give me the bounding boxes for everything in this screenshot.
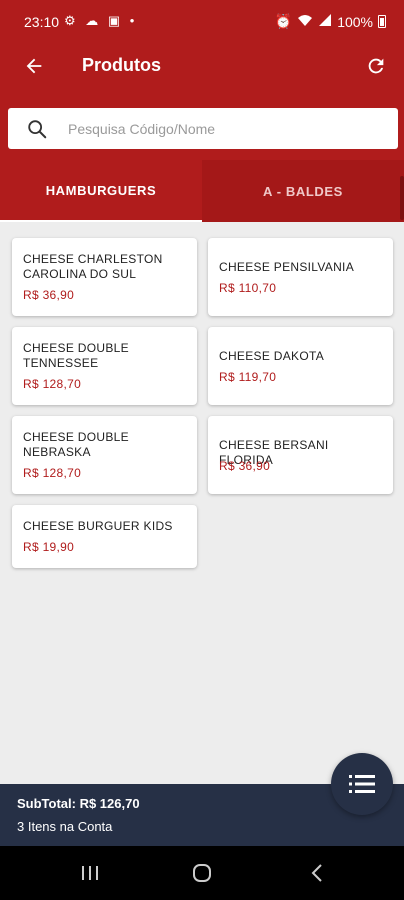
items-count-text: 3 Itens na Conta bbox=[17, 819, 113, 834]
list-icon bbox=[349, 775, 375, 793]
status-time: 23:10 bbox=[24, 14, 60, 30]
battery-icon bbox=[378, 15, 386, 28]
home-icon bbox=[193, 864, 211, 882]
refresh-icon bbox=[368, 58, 384, 74]
recent-apps-button[interactable] bbox=[75, 860, 105, 886]
list-fab-button[interactable] bbox=[331, 753, 393, 815]
tab-a-baldes[interactable]: A - BALDES bbox=[202, 160, 404, 222]
product-name: CHEESE DAKOTA bbox=[219, 349, 325, 363]
product-price: R$ 128,70 bbox=[23, 466, 82, 480]
signal-icon bbox=[318, 13, 332, 30]
back-nav-button[interactable] bbox=[302, 860, 332, 886]
product-card[interactable]: CHEESE BURGUER KIDS R$ 19,90 bbox=[12, 505, 197, 568]
product-card[interactable]: CHEESE DOUBLE TENNESSEE R$ 128,70 bbox=[12, 327, 197, 405]
status-bar: 23:10 ⚙ ☁ ▣ • ⏰ 100% bbox=[0, 0, 404, 44]
product-name: CHEESE BURGUER KIDS bbox=[23, 519, 173, 533]
page-title: Produtos bbox=[82, 55, 161, 75]
battery-percent: 100% bbox=[337, 13, 373, 30]
system-nav-bar bbox=[0, 846, 404, 900]
product-card[interactable]: CHEESE PENSILVANIA R$ 110,70 bbox=[208, 238, 393, 316]
product-card[interactable]: CHEESE DAKOTA R$ 119,70 bbox=[208, 327, 393, 405]
back-chevron-icon bbox=[311, 864, 322, 882]
tab-hamburguers[interactable]: HAMBURGUERS bbox=[0, 160, 202, 222]
subtotal-text: SubTotal: R$ 126,70 bbox=[17, 796, 140, 811]
search-area bbox=[0, 88, 404, 160]
recent-apps-icon bbox=[82, 866, 98, 880]
product-name: CHEESE DOUBLE NEBRASKA bbox=[23, 430, 129, 459]
search-input[interactable] bbox=[68, 108, 388, 149]
product-card[interactable]: CHEESE BERSANI FLORIDA R$ 36,90 bbox=[208, 416, 393, 494]
refresh-button[interactable] bbox=[360, 50, 392, 82]
app-bar: Produtos bbox=[0, 44, 404, 88]
product-price: R$ 19,90 bbox=[23, 540, 75, 554]
product-price: R$ 36,90 bbox=[23, 288, 75, 302]
product-price: R$ 36,90 bbox=[219, 459, 271, 473]
search-icon bbox=[28, 120, 47, 139]
alarm-icon: ⏰ bbox=[274, 13, 293, 29]
notification-icons: ⚙ ☁ ▣ • bbox=[64, 13, 138, 28]
search-box[interactable] bbox=[8, 108, 398, 149]
home-button[interactable] bbox=[187, 860, 217, 886]
product-price: R$ 128,70 bbox=[23, 377, 82, 391]
product-card[interactable]: CHEESE CHARLESTON CAROLINA DO SUL R$ 36,… bbox=[12, 238, 197, 316]
product-price: R$ 119,70 bbox=[219, 370, 277, 384]
tabs-scroll-indicator bbox=[400, 176, 404, 220]
product-price: R$ 110,70 bbox=[219, 281, 277, 295]
back-button[interactable] bbox=[18, 50, 50, 82]
product-name: CHEESE CHARLESTON CAROLINA DO SUL bbox=[23, 252, 163, 281]
wifi-icon bbox=[297, 13, 313, 30]
product-name: CHEESE DOUBLE TENNESSEE bbox=[23, 341, 129, 370]
category-tabs: HAMBURGUERS A - BALDES bbox=[0, 160, 404, 222]
product-name: CHEESE PENSILVANIA bbox=[219, 260, 354, 274]
product-card[interactable]: CHEESE DOUBLE NEBRASKA R$ 128,70 bbox=[12, 416, 197, 494]
status-right: ⏰ 100% bbox=[275, 13, 386, 30]
arrow-left-icon bbox=[26, 58, 42, 74]
